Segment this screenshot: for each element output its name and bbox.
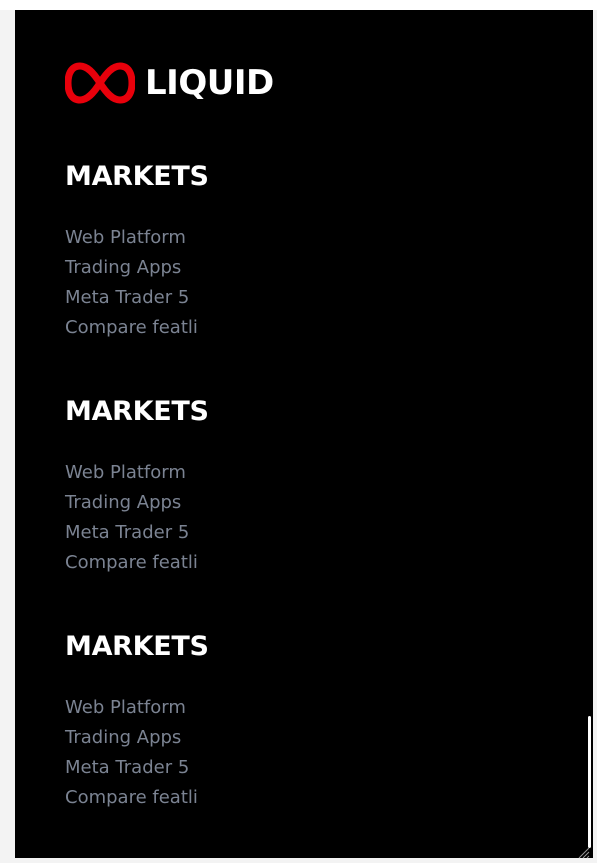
list-item: Meta Trader 5: [65, 518, 209, 548]
link-list: Web Platform Trading Apps Meta Trader 5 …: [65, 458, 209, 578]
section-heading: MARKETS: [65, 631, 209, 662]
list-item: Compare featli: [65, 548, 209, 578]
list-item: Compare featli: [65, 783, 209, 813]
link-trading-apps[interactable]: Trading Apps: [65, 492, 181, 513]
link-compare-features[interactable]: Compare featli: [65, 317, 198, 338]
footer-section-markets-3: MARKETS Web Platform Trading Apps Meta T…: [65, 630, 209, 813]
brand-logo[interactable]: LIQUID: [65, 60, 274, 106]
footer-section-markets-2: MARKETS Web Platform Trading Apps Meta T…: [65, 395, 209, 578]
list-item: Web Platform: [65, 693, 209, 723]
footer-section-markets-1: MARKETS Web Platform Trading Apps Meta T…: [65, 160, 209, 343]
link-web-platform[interactable]: Web Platform: [65, 462, 186, 483]
list-item: Web Platform: [65, 223, 209, 253]
link-list: Web Platform Trading Apps Meta Trader 5 …: [65, 223, 209, 343]
link-compare-features[interactable]: Compare featli: [65, 787, 198, 808]
section-heading: MARKETS: [65, 161, 209, 192]
list-item: Trading Apps: [65, 723, 209, 753]
link-meta-trader-5[interactable]: Meta Trader 5: [65, 757, 189, 778]
link-trading-apps[interactable]: Trading Apps: [65, 257, 181, 278]
list-item: Meta Trader 5: [65, 753, 209, 783]
list-item: Meta Trader 5: [65, 283, 209, 313]
resize-grip-icon[interactable]: [576, 844, 590, 859]
list-item: Web Platform: [65, 458, 209, 488]
link-web-platform[interactable]: Web Platform: [65, 697, 186, 718]
scrollbar-thumb[interactable]: [588, 716, 591, 848]
infinity-icon: [65, 60, 135, 106]
list-item: Trading Apps: [65, 488, 209, 518]
top-bar: [0, 0, 597, 10]
link-web-platform[interactable]: Web Platform: [65, 227, 186, 248]
list-item: Trading Apps: [65, 253, 209, 283]
footer-panel: LIQUID MARKETS Web Platform Trading Apps…: [15, 10, 593, 858]
section-heading: MARKETS: [65, 396, 209, 427]
link-meta-trader-5[interactable]: Meta Trader 5: [65, 287, 189, 308]
brand-name: LIQUID: [145, 63, 274, 103]
list-item: Compare featli: [65, 313, 209, 343]
link-list: Web Platform Trading Apps Meta Trader 5 …: [65, 693, 209, 813]
link-compare-features[interactable]: Compare featli: [65, 552, 198, 573]
link-meta-trader-5[interactable]: Meta Trader 5: [65, 522, 189, 543]
link-trading-apps[interactable]: Trading Apps: [65, 727, 181, 748]
